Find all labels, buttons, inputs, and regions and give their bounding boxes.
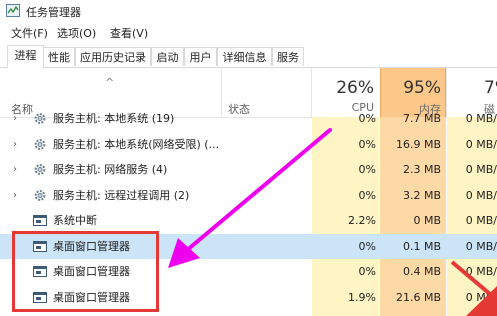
tab-users[interactable]: 用户 — [184, 47, 217, 66]
cpu-value: 0% — [358, 163, 376, 176]
memory-value: 0.1 MB — [402, 239, 441, 253]
tab-app-history[interactable]: 应用历史记录 — [75, 47, 151, 66]
cpu-percent[interactable]: 26% — [312, 78, 374, 98]
sort-caret-icon[interactable]: ^ — [105, 76, 114, 89]
disk-value: 0 MB/ — [465, 163, 497, 176]
memory-value: 0.4 MB — [402, 265, 441, 278]
window-title: 任务管理器 — [26, 6, 81, 19]
table-row[interactable]: › 服务主机: 网络服务 (4) 0% 2.3 MB 0 MB/ — [0, 157, 497, 182]
menu-options[interactable]: 选项(O) — [57, 25, 96, 41]
expand-chevron-icon[interactable]: › — [13, 183, 17, 208]
memory-value: 0 MB — [413, 214, 441, 227]
memory-percent[interactable]: 95% — [380, 78, 441, 98]
cpu-value: 2.2% — [348, 214, 376, 227]
disk-value: 0 MB/ — [465, 265, 497, 278]
window-icon — [33, 214, 47, 227]
highlight-box — [12, 231, 159, 312]
disk-value: 0 MB/ — [465, 214, 497, 227]
cpu-value: 0% — [358, 265, 376, 278]
tab-processes[interactable]: 进程 — [7, 45, 44, 68]
disk-value: 0 MB/ — [465, 112, 497, 125]
disk-value: 0 MB/ — [465, 188, 497, 202]
gear-icon — [33, 189, 47, 202]
cpu-value: 0% — [358, 137, 376, 151]
process-name: 服务主机: 远程过程调用 (2) — [53, 188, 190, 202]
expand-chevron-icon[interactable]: › — [13, 132, 17, 157]
disk-value: 0 MB/ — [465, 239, 497, 253]
memory-value: 21.6 MB — [395, 290, 441, 304]
menu-file[interactable]: 文件(F) — [11, 25, 48, 41]
disk-value: 0 MB/ — [465, 137, 497, 151]
disk-value: 0 MB/ — [465, 290, 497, 304]
cpu-value: 0% — [358, 239, 376, 253]
process-name: 服务主机: 网络服务 (4) — [53, 163, 168, 176]
task-manager-icon — [6, 4, 20, 17]
tab-services[interactable]: 服务 — [272, 47, 304, 66]
gear-icon — [33, 112, 47, 125]
gear-icon — [33, 138, 47, 151]
expand-chevron-icon[interactable]: › — [13, 157, 17, 182]
disk-percent[interactable]: 7% — [484, 78, 497, 98]
table-row[interactable]: 系统中断 2.2% 0 MB 0 MB/ — [0, 208, 497, 233]
table-row[interactable]: › 服务主机: 本地系统 (19) 0% 7.7 MB 0 MB/ — [0, 106, 497, 131]
process-name: 服务主机: 本地系统 (19) — [53, 112, 175, 125]
tab-startup[interactable]: 启动 — [151, 47, 184, 66]
cpu-value: 0% — [358, 112, 376, 125]
tab-performance[interactable]: 性能 — [43, 47, 75, 66]
memory-value: 2.3 MB — [402, 163, 441, 176]
process-name: 系统中断 — [53, 214, 97, 227]
cpu-value: 1.9% — [348, 290, 376, 304]
gear-icon — [33, 163, 47, 176]
memory-value: 3.2 MB — [402, 188, 441, 202]
cpu-value: 0% — [358, 188, 376, 202]
process-name: 服务主机: 本地系统(网络受限) (... — [53, 137, 220, 151]
table-row[interactable]: › 服务主机: 本地系统(网络受限) (... 0% 16.9 MB 0 MB/ — [0, 132, 497, 157]
memory-value: 16.9 MB — [395, 137, 441, 151]
expand-chevron-icon[interactable]: › — [13, 106, 17, 131]
table-row[interactable]: › 服务主机: 远程过程调用 (2) 0% 3.2 MB 0 MB/ — [0, 183, 497, 208]
menu-view[interactable]: 查看(V) — [110, 25, 148, 41]
memory-value: 7.7 MB — [402, 112, 441, 125]
tab-details[interactable]: 详细信息 — [217, 47, 272, 66]
